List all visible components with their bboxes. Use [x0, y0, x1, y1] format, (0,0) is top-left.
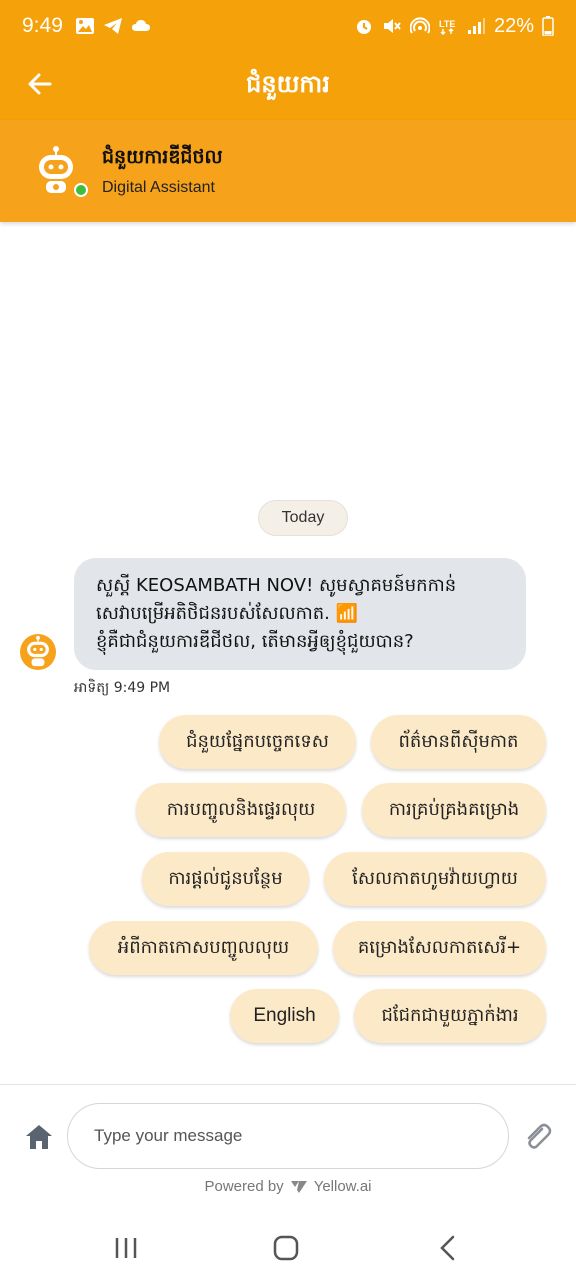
bot-info: ជំនួយការឌីជីថល Digital Assistant: [102, 145, 223, 197]
quick-reply-home-wifi[interactable]: សែលកាតហូមវ៉ាយហ្វាយ: [324, 852, 546, 906]
battery-percent: 22%: [493, 14, 534, 37]
status-bar: 9:49 LTE 22%: [0, 0, 576, 52]
recent-apps-icon[interactable]: [111, 1234, 141, 1262]
home-button[interactable]: [22, 1120, 56, 1154]
bot-info-bar: ជំនួយការឌីជីថល Digital Assistant: [0, 120, 576, 222]
battery-icon: [542, 16, 554, 36]
cloud-icon: [131, 20, 150, 31]
status-system-icons: LTE 22%: [354, 15, 554, 38]
quick-reply-chat-with-agent[interactable]: ជជែកជាមួយភ្នាក់ងារ: [354, 989, 546, 1043]
telegram-icon: [103, 18, 122, 34]
paperclip-icon: [527, 1123, 552, 1149]
quick-reply-sim-info[interactable]: ព័ត៌មានពីស៊ីមកាត: [371, 715, 546, 769]
alarm-icon: [356, 20, 371, 34]
system-navigation-bar: [0, 1214, 576, 1280]
image-icon: [75, 18, 94, 34]
online-status-dot: [74, 183, 88, 197]
message-line: សេវាបម្រើអតិថិជនរបស់សែលកាត. 📶: [96, 603, 359, 624]
message-timestamp: អាទិត្យ 9:49 PM: [74, 680, 171, 696]
composer-divider: [0, 1084, 576, 1085]
message-line: សួស្តី KEOSAMBATH NOV! សូមស្វាគមន៍មកកាន់: [96, 575, 457, 596]
attach-button[interactable]: [520, 1120, 554, 1154]
back-nav-icon[interactable]: [433, 1234, 463, 1262]
bot-avatar: [28, 143, 88, 199]
powered-by: Powered by Yellow.ai: [0, 1178, 576, 1195]
app-header: ជំនួយការ: [0, 52, 576, 120]
quick-reply-technical-support[interactable]: ជំនួយផ្នែកបច្ចេកទេស: [159, 715, 356, 769]
message-input[interactable]: [67, 1103, 509, 1169]
message-line: ខ្ញុំគឺជាជំនួយការឌីជីថល, តើមានអ្វីឲ្យខ្ញ…: [96, 631, 414, 652]
quick-reply-plan-management[interactable]: ការគ្រប់គ្រងគម្រោង: [362, 783, 546, 837]
quick-reply-english[interactable]: English: [230, 989, 339, 1043]
date-separator: Today: [258, 500, 348, 536]
hotspot-icon: [409, 17, 430, 34]
arrow-left-icon: [28, 73, 52, 95]
bot-role: Digital Assistant: [102, 179, 215, 196]
quick-reply-free-plan[interactable]: គម្រោងសែលកាតសេរី+: [333, 921, 546, 975]
status-notification-icons: [75, 17, 151, 35]
home-nav-icon[interactable]: [271, 1234, 301, 1262]
svg-text:LTE: LTE: [439, 19, 455, 29]
yellow-ai-logo-icon: [290, 1180, 307, 1193]
bot-message-avatar: [20, 634, 56, 670]
bot-name: ជំនួយការឌីជីថល: [102, 146, 223, 168]
quick-reply-scratch-card[interactable]: អំពីកាតកោសបញ្ចូលលុយ: [89, 921, 318, 975]
lte-icon: LTE: [439, 19, 455, 35]
quick-reply-extra-offers[interactable]: ការផ្តល់ជូនបន្ថែម: [142, 852, 309, 906]
powered-by-label: Powered by: [204, 1178, 284, 1195]
bot-message-bubble: សួស្តី KEOSAMBATH NOV! សូមស្វាគមន៍មកកាន់…: [74, 558, 526, 670]
mute-icon: [383, 19, 401, 33]
page-title: ជំនួយការ: [246, 69, 330, 98]
home-icon: [26, 1125, 52, 1149]
back-button[interactable]: [22, 66, 58, 102]
status-time: 9:49: [22, 14, 63, 37]
brand-name: Yellow.ai: [313, 1178, 372, 1195]
quick-reply-topup-transfer[interactable]: ការបញ្ចូលនិងផ្ទេរលុយ: [136, 783, 346, 837]
signal-icon: [467, 18, 485, 34]
